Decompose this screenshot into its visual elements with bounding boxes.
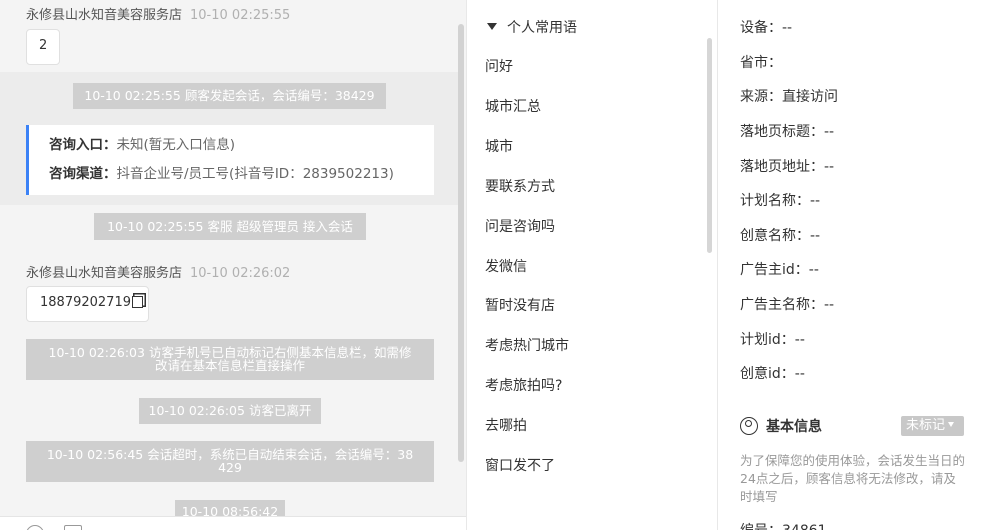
phrase-item[interactable]: 要联系方式 xyxy=(485,176,555,196)
channel-row: 咨询渠道：抖音企业号/员工号(抖音号ID：2839502213) xyxy=(49,164,434,193)
chat-panel: 永修县山水知音美容服务店 10-10 02:25:55 2 10-10 02:25… xyxy=(0,0,466,530)
system-notice: 10-10 02:56:45 会话超时，系统已自动结束会话，会话编号：38 42… xyxy=(26,441,434,482)
phrase-item[interactable]: 问好 xyxy=(485,56,513,76)
caret-down-icon xyxy=(948,422,955,427)
info-code: 编号：34861 xyxy=(740,520,827,530)
image-icon[interactable] xyxy=(64,525,82,530)
copy-icon[interactable] xyxy=(131,296,143,308)
system-notice: 10-10 02:26:05 访客已离开 xyxy=(139,398,321,424)
message-header: 永修县山水知音美容服务店 10-10 02:25:55 xyxy=(26,4,290,23)
info-source: 来源：直接访问 xyxy=(740,89,838,105)
phrase-item[interactable]: 窗口发不了 xyxy=(485,455,555,475)
caret-down-icon xyxy=(487,23,497,30)
visitor-message: 18879202719 xyxy=(26,286,149,322)
phone-number: 18879202719 xyxy=(40,295,131,310)
message-time: 10-10 02:26:02 xyxy=(190,266,291,281)
chat-scrollbar[interactable] xyxy=(458,24,464,462)
message-header: 永修县山水知音美容服务店 10-10 02:26:02 xyxy=(26,262,290,281)
tag-dropdown[interactable]: 未标记 xyxy=(901,416,964,436)
system-notice: 10-10 02:25:55 客服 超级管理员 接入会话 xyxy=(94,213,366,240)
user-circle-icon xyxy=(740,417,758,435)
notice-line: 改请在基本信息栏直接操作 xyxy=(154,358,305,373)
channel-label: 咨询渠道： xyxy=(49,166,117,182)
chat-history[interactable]: 永修县山水知音美容服务店 10-10 02:25:55 2 10-10 02:25… xyxy=(0,0,458,530)
visitor-info-panel: 设备：-- 省市： 来源：直接访问 落地页标题：-- 落地页地址：-- 计划名称… xyxy=(719,0,996,530)
system-notice: 10-10 02:26:03 访客手机号已自动标记右侧基本信息栏，如需修 改请在… xyxy=(26,339,434,380)
phrase-group-header[interactable]: 个人常用语 xyxy=(487,17,577,37)
system-notice: 10-10 02:25:55 顾客发起会话，会话编号：38429 xyxy=(73,83,386,109)
phrase-group-title: 个人常用语 xyxy=(507,20,577,36)
emoji-icon[interactable] xyxy=(26,525,44,530)
info-plan-id: 计划id：-- xyxy=(740,332,805,348)
info-advertiser-name: 广告主名称：-- xyxy=(740,297,835,313)
sender-name: 永修县山水知音美容服务店 xyxy=(26,266,183,281)
info-advertiser-id: 广告主id：-- xyxy=(740,262,819,278)
phrase-item[interactable]: 城市 xyxy=(485,136,513,156)
info-province-city: 省市： xyxy=(740,55,782,71)
common-phrases-panel: 个人常用语 问好 城市汇总 城市 要联系方式 问是咨询吗 发微信 暂时没有店 考… xyxy=(466,0,718,530)
notice-line: 429 xyxy=(218,460,242,475)
entry-value: 未知(暂无入口信息) xyxy=(116,137,236,153)
phrase-item[interactable]: 暂时没有店 xyxy=(485,295,555,315)
basic-info-header: 基本信息 xyxy=(740,416,822,436)
message-time: 10-10 02:25:55 xyxy=(190,8,291,23)
info-creative-id: 创意id：-- xyxy=(740,366,805,382)
info-device: 设备：-- xyxy=(740,20,793,36)
info-plan-name: 计划名称：-- xyxy=(740,193,821,209)
info-creative-name: 创意名称：-- xyxy=(740,228,821,244)
tag-dropdown-value: 未标记 xyxy=(906,418,946,433)
phrase-item[interactable]: 去哪拍 xyxy=(485,415,527,435)
channel-value: 抖音企业号/员工号(抖音号ID：2839502213) xyxy=(116,166,394,182)
basic-info-title: 基本信息 xyxy=(766,419,822,435)
phrase-item[interactable]: 城市汇总 xyxy=(485,96,541,116)
phrase-item[interactable]: 考虑旅拍吗? xyxy=(485,375,562,395)
visitor-message: 2 xyxy=(26,29,61,65)
basic-info-note: 为了保障您的使用体验，会话发生当日的24点之后，顾客信息将无法修改，请及时填写 xyxy=(740,453,966,504)
phrase-item[interactable]: 发微信 xyxy=(485,256,527,276)
phrase-item[interactable]: 考虑热门城市 xyxy=(485,335,569,355)
phrases-scrollbar[interactable] xyxy=(707,38,712,253)
info-landing-title: 落地页标题：-- xyxy=(740,124,835,140)
phrase-item[interactable]: 问是咨询吗 xyxy=(485,216,555,236)
sender-name: 永修县山水知音美容服务店 xyxy=(26,8,183,23)
chat-toolbar xyxy=(0,516,466,530)
entry-info-card: 咨询入口：未知(暂无入口信息) 咨询渠道：抖音企业号/员工号(抖音号ID：283… xyxy=(26,125,434,195)
entry-row: 咨询入口：未知(暂无入口信息) xyxy=(49,135,434,164)
info-landing-url: 落地页地址：-- xyxy=(740,159,835,175)
entry-label: 咨询入口： xyxy=(49,137,117,153)
